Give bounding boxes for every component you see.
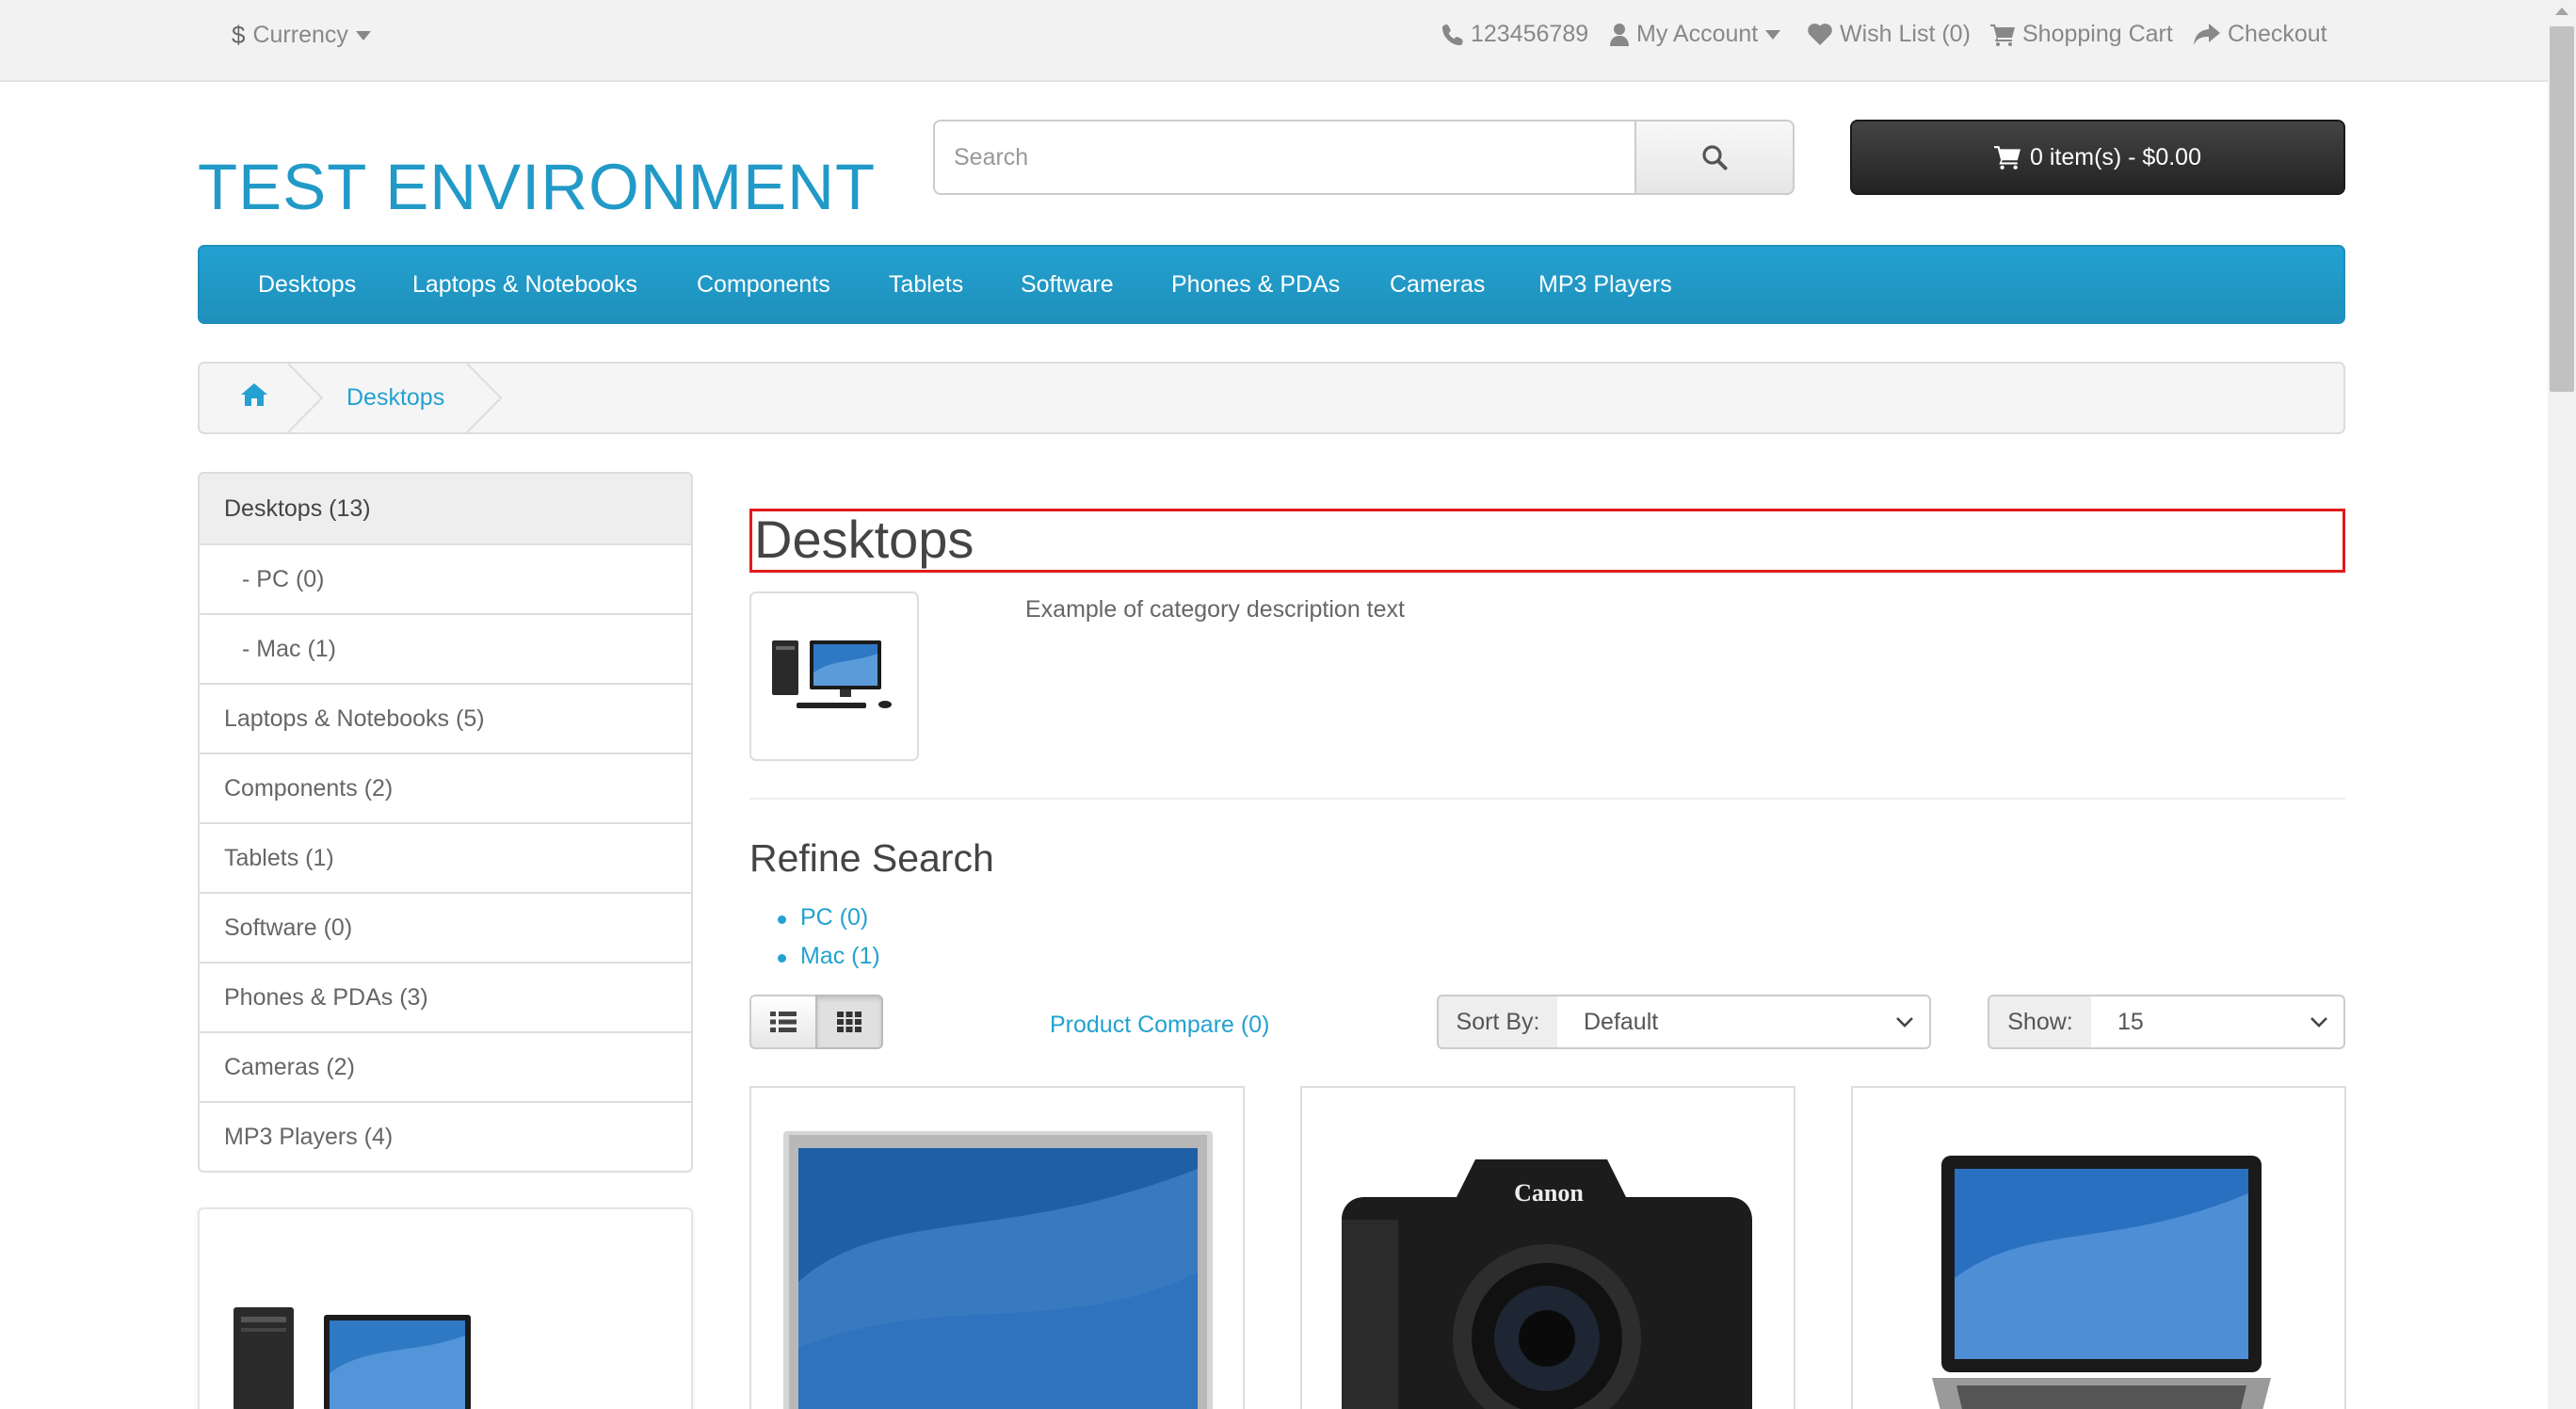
- list-view-button[interactable]: [749, 995, 817, 1049]
- top-bar: $ Currency 123456789 My Account Wish Lis…: [0, 0, 2548, 82]
- category-item-pc[interactable]: - PC (0): [200, 543, 691, 613]
- breadcrumb: Desktops: [198, 362, 2345, 434]
- wish-list-label: Wish List (0): [1840, 21, 1971, 47]
- show-label: Show:: [1988, 995, 2093, 1049]
- phone-number: 123456789: [1471, 21, 1589, 47]
- grid-view-button[interactable]: [815, 995, 883, 1049]
- imac-monitor-image: [783, 1131, 1213, 1409]
- laptop-image: [1932, 1156, 2271, 1409]
- checkout-link[interactable]: Checkout: [2194, 21, 2327, 48]
- breadcrumb-desktops[interactable]: Desktops: [346, 384, 444, 412]
- chevron-down-icon: [1896, 1017, 1913, 1028]
- menu-item-components[interactable]: Components: [697, 271, 830, 299]
- scrollbar-thumb[interactable]: [2550, 26, 2574, 392]
- menu-item-software[interactable]: Software: [1021, 271, 1114, 299]
- category-item-phones-pdas[interactable]: Phones & PDAs (3): [200, 962, 691, 1031]
- currency-dropdown[interactable]: $ Currency: [232, 21, 371, 50]
- category-item-mac[interactable]: - Mac (1): [200, 613, 691, 683]
- sort-by-select[interactable]: Default: [1557, 995, 1931, 1049]
- product-card[interactable]: [749, 1086, 1245, 1409]
- grid-icon: [837, 1012, 861, 1032]
- product-card[interactable]: [1851, 1086, 2346, 1409]
- menu-item-phones-pdas[interactable]: Phones & PDAs: [1171, 271, 1340, 299]
- search-placeholder: Search: [954, 143, 1029, 170]
- category-thumbnail[interactable]: [749, 591, 919, 761]
- shopping-cart-link[interactable]: Shopping Cart: [1990, 21, 2173, 48]
- category-item-cameras[interactable]: Cameras (2): [200, 1031, 691, 1101]
- camera-image: Canon: [1342, 1159, 1752, 1409]
- cart-total-button[interactable]: 0 item(s) - $0.00: [1850, 120, 2345, 195]
- show-limit-value: 15: [2117, 1008, 2144, 1035]
- category-item-laptops-notebooks[interactable]: Laptops & Notebooks (5): [200, 683, 691, 753]
- divider: [749, 798, 2345, 800]
- scroll-up-icon[interactable]: [2553, 6, 2570, 17]
- sort-by-value: Default: [1584, 1008, 1659, 1035]
- page-title: Desktops: [749, 509, 2345, 573]
- cart-icon: [1990, 24, 2015, 46]
- currency-label: Currency: [252, 22, 348, 48]
- category-item-software[interactable]: Software (0): [200, 892, 691, 962]
- breadcrumb-separator: [286, 364, 324, 432]
- menu-item-mp3-players[interactable]: MP3 Players: [1538, 271, 1672, 299]
- caret-down-icon: [355, 30, 371, 40]
- product-compare-link[interactable]: Product Compare (0): [1050, 1012, 1269, 1039]
- caret-down-icon: [1765, 29, 1781, 40]
- home-icon[interactable]: [241, 382, 267, 407]
- menu-item-cameras[interactable]: Cameras: [1390, 271, 1485, 299]
- category-item-tablets[interactable]: Tablets (1): [200, 822, 691, 892]
- search-button[interactable]: [1634, 120, 1795, 195]
- product-card[interactable]: Canon: [1300, 1086, 1795, 1409]
- sort-by-label: Sort By:: [1437, 995, 1559, 1049]
- phone-link[interactable]: 123456789: [1442, 21, 1588, 48]
- desktop-computer-image: [772, 640, 892, 708]
- heart-icon: [1808, 23, 1832, 45]
- category-list: Desktops (13) - PC (0) - Mac (1) Laptops…: [198, 472, 693, 1173]
- search-input[interactable]: Search: [933, 120, 1636, 195]
- sidebar-banner[interactable]: [198, 1207, 693, 1409]
- my-account-dropdown[interactable]: My Account: [1610, 21, 1781, 48]
- refine-link-mac[interactable]: Mac (1): [778, 943, 880, 981]
- menu-item-laptops-notebooks[interactable]: Laptops & Notebooks: [412, 271, 637, 299]
- cart-icon: [1993, 146, 2021, 170]
- refine-link-pc[interactable]: PC (0): [778, 904, 880, 943]
- show-limit-select[interactable]: 15: [2091, 995, 2345, 1049]
- category-item-components[interactable]: Components (2): [200, 753, 691, 822]
- phone-icon: [1442, 24, 1463, 45]
- category-item-mp3-players[interactable]: MP3 Players (4): [200, 1101, 691, 1171]
- svg-text:Canon: Canon: [1514, 1179, 1584, 1207]
- cart-total-label: 0 item(s) - $0.00: [2029, 143, 2201, 170]
- desktop-computer-image: [233, 1307, 471, 1409]
- my-account-label: My Account: [1636, 21, 1759, 47]
- refine-search-list: PC (0) Mac (1): [778, 904, 880, 981]
- menu-item-desktops[interactable]: Desktops: [258, 271, 356, 299]
- category-item-desktops[interactable]: Desktops (13): [200, 474, 691, 543]
- menu-item-tablets[interactable]: Tablets: [889, 271, 963, 299]
- refine-search-heading: Refine Search: [749, 836, 994, 880]
- share-icon: [2194, 23, 2220, 45]
- checkout-label: Checkout: [2228, 21, 2327, 47]
- user-icon: [1610, 23, 1629, 46]
- dollar-icon: $: [232, 21, 246, 49]
- category-description: Example of category description text: [1025, 596, 1405, 623]
- shopping-cart-label: Shopping Cart: [2022, 21, 2173, 47]
- wish-list-link[interactable]: Wish List (0): [1808, 21, 1971, 48]
- store-logo[interactable]: TEST ENVIRONMENT: [198, 154, 876, 219]
- list-icon: [770, 1012, 797, 1032]
- search-icon: [1702, 145, 1728, 170]
- chevron-down-icon: [2310, 1017, 2327, 1028]
- main-menu: Desktops Laptops & Notebooks Components …: [198, 245, 2345, 324]
- breadcrumb-separator: [465, 364, 503, 432]
